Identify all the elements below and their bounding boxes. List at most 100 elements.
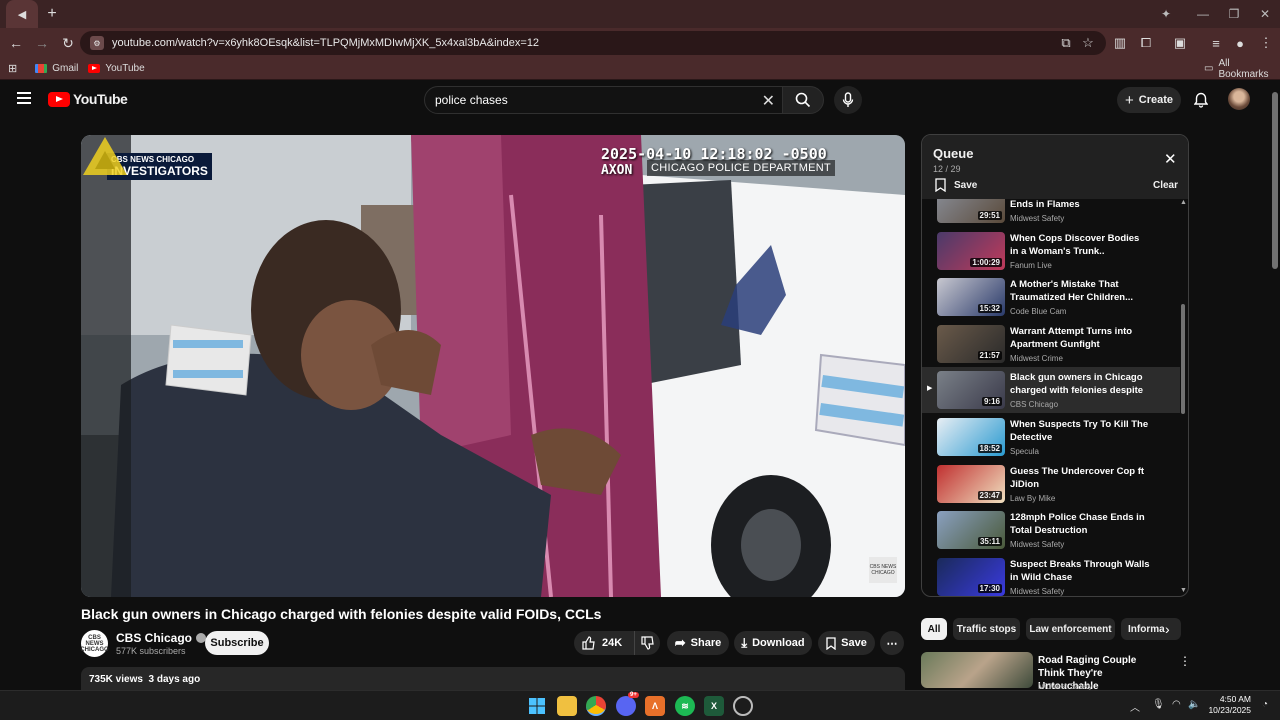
queue-item-channel: CBS Chicago bbox=[1010, 400, 1059, 410]
extension-icon[interactable]: ▥ bbox=[1108, 31, 1132, 55]
hamburger-menu-icon[interactable] bbox=[17, 92, 31, 104]
queue-item[interactable]: 18:52 When Suspects Try To Kill The Detec… bbox=[922, 414, 1180, 460]
profile-icon[interactable]: ● bbox=[1228, 31, 1252, 55]
all-bookmarks-button[interactable]: ▭ All Bookmarks bbox=[1204, 58, 1280, 80]
reading-list-icon[interactable]: ≡ bbox=[1204, 31, 1228, 55]
queue-thumbnail[interactable]: 15:32 bbox=[937, 278, 1005, 317]
scroll-up-icon[interactable]: ▲ bbox=[1180, 199, 1187, 206]
volume-icon[interactable]: 🔈 bbox=[1188, 699, 1200, 710]
chip-information[interactable]: Informa bbox=[1121, 618, 1181, 640]
notifications-button[interactable] bbox=[1192, 91, 1210, 109]
extensions-puzzle-icon[interactable]: ⧠ bbox=[1134, 31, 1158, 55]
gemini-icon[interactable]: ✦ bbox=[1150, 0, 1182, 28]
address-bar[interactable]: ⚙ youtube.com/watch?v=x6yhk8OEsqk&list=T… bbox=[80, 31, 1106, 55]
clock-app-icon[interactable] bbox=[733, 696, 753, 716]
filter-chips: All Traffic stops Law enforcement Inform… bbox=[921, 618, 1181, 640]
install-app-icon[interactable]: ⧉ bbox=[1054, 31, 1078, 55]
microphone-tray-icon[interactable]: 🎙 bbox=[1152, 699, 1165, 710]
queue-item-title: 128mph Police Chase Ends in Total Destru… bbox=[1010, 512, 1145, 537]
windows-start-icon[interactable] bbox=[527, 696, 547, 716]
queue-item[interactable]: 1:00:29 When Cops Discover Bodies in a Wo… bbox=[922, 228, 1180, 274]
file-explorer-icon[interactable] bbox=[557, 696, 577, 716]
page-scrollbar[interactable] bbox=[1272, 92, 1278, 269]
channel-name[interactable]: CBS Chicago bbox=[116, 631, 207, 645]
queue-thumbnail[interactable]: 1:00:29 bbox=[937, 231, 1005, 270]
queue-item[interactable]: 35:11 128mph Police Chase Ends in Total D… bbox=[922, 507, 1180, 553]
recommended-thumbnail[interactable] bbox=[921, 652, 1033, 688]
more-actions-button[interactable]: ⋯ bbox=[880, 631, 904, 655]
queue-thumbnail[interactable]: 35:11 bbox=[937, 511, 1005, 550]
queue-thumbnail[interactable]: 23:47 bbox=[937, 464, 1005, 503]
queue-scrollbar[interactable] bbox=[1181, 304, 1185, 414]
search-input[interactable]: police chases ✕ bbox=[424, 86, 784, 114]
video-frame bbox=[81, 135, 905, 597]
chrome-icon[interactable] bbox=[586, 696, 606, 716]
bookmark-star-icon[interactable]: ☆ bbox=[1076, 31, 1100, 55]
chip-law-enforcement[interactable]: Law enforcement bbox=[1026, 618, 1115, 640]
scroll-down-icon[interactable]: ▼ bbox=[1180, 587, 1187, 594]
queue-thumbnail[interactable]: 17:30 bbox=[937, 557, 1005, 596]
save-button[interactable]: Save bbox=[818, 631, 875, 655]
queue-item[interactable]: ▶ 9:16 Black gun owners in Chicago charged… bbox=[922, 367, 1180, 414]
description-box[interactable]: 735K views 3 days ago bbox=[81, 667, 905, 691]
queue-thumbnail[interactable]: 18:52 bbox=[937, 418, 1005, 456]
queue-item-title: Father & Son Police Pursuit Ends in Flam… bbox=[1010, 199, 1080, 210]
app-icon[interactable]: Λ bbox=[645, 696, 665, 716]
restore-button[interactable]: ❐ bbox=[1218, 0, 1250, 28]
spotify-icon[interactable]: ≋ bbox=[675, 696, 695, 716]
close-window-button[interactable]: ✕ bbox=[1249, 0, 1280, 28]
account-avatar[interactable] bbox=[1228, 88, 1250, 110]
queue-item[interactable]: 29:51 Father & Son Police Pursuit Ends in… bbox=[922, 199, 1180, 227]
back-button[interactable]: ← bbox=[4, 31, 28, 55]
apps-grid-icon[interactable]: ⊞ bbox=[8, 62, 17, 75]
close-queue-icon[interactable]: ✕ bbox=[1164, 150, 1177, 168]
queue-thumbnail[interactable]: 29:51 bbox=[937, 199, 1005, 223]
queue-item[interactable]: 15:32 A Mother's Mistake That Traumatized… bbox=[922, 274, 1180, 320]
queue-item[interactable]: 21:57 Warrant Attempt Turns into Apartmen… bbox=[922, 321, 1180, 367]
clear-search-icon[interactable]: ✕ bbox=[762, 91, 775, 111]
browser-tab[interactable]: ◀ bbox=[6, 0, 38, 28]
system-clock[interactable]: 4:50 AM 10/23/2025 bbox=[1206, 694, 1251, 716]
forward-button[interactable]: → bbox=[30, 31, 54, 55]
minimize-button[interactable]: — bbox=[1187, 0, 1219, 28]
bell-icon bbox=[1194, 92, 1208, 108]
recommended-video[interactable]: Road Raging Couple Think They're Untouch… bbox=[921, 652, 1191, 692]
queue-save-button[interactable]: Save bbox=[935, 178, 977, 192]
bookmark-gmail[interactable]: Gmail bbox=[35, 63, 78, 74]
dislike-button[interactable] bbox=[634, 631, 660, 655]
discord-icon[interactable]: 9+ bbox=[616, 692, 639, 716]
queue-item[interactable]: 23:47 Guess The Undercover Cop ft JiDion L… bbox=[922, 461, 1180, 507]
side-panel-icon[interactable]: ▣ bbox=[1168, 31, 1192, 55]
channel-avatar[interactable]: CBS NEWS CHICAGO bbox=[80, 630, 109, 657]
youtube-logo[interactable]: YouTube bbox=[48, 91, 128, 107]
video-player[interactable]: CBS NEWS CHICAGO INVESTIGATORS 2025-04-1… bbox=[81, 135, 905, 597]
queue-item[interactable]: 17:30 Suspect Breaks Through Walls in Wil… bbox=[922, 554, 1180, 596]
create-button[interactable]: + Create bbox=[1117, 87, 1181, 113]
more-vertical-icon[interactable]: ⋮ bbox=[1179, 654, 1191, 668]
search-icon bbox=[795, 92, 811, 108]
chevron-right-icon[interactable]: › bbox=[1165, 621, 1170, 637]
wifi-icon[interactable]: ◠ bbox=[1172, 699, 1181, 710]
share-button[interactable]: ➦ Share bbox=[667, 631, 729, 655]
queue-thumbnail[interactable]: 21:57 bbox=[937, 324, 1005, 363]
bookmark-youtube[interactable]: YouTube bbox=[88, 63, 145, 74]
search-button[interactable] bbox=[782, 86, 824, 114]
voice-search-button[interactable] bbox=[834, 86, 862, 114]
new-tab-button[interactable]: + bbox=[38, 0, 66, 28]
queue-clear-button[interactable]: Clear bbox=[1153, 180, 1178, 191]
chip-traffic-stops[interactable]: Traffic stops bbox=[953, 618, 1020, 640]
tray-chevron-icon[interactable]: ︿ bbox=[1130, 699, 1140, 714]
notification-icon[interactable]: ◔ bbox=[1262, 699, 1268, 710]
audio-icon: ◀ bbox=[17, 8, 27, 21]
excel-icon[interactable]: X bbox=[704, 696, 724, 716]
like-button[interactable]: 24K bbox=[574, 631, 634, 655]
queue-thumbnail[interactable]: 9:16 bbox=[937, 371, 1005, 410]
chip-all[interactable]: All bbox=[921, 618, 947, 640]
bookmark-icon bbox=[935, 178, 946, 192]
subscribe-button[interactable]: Subscribe bbox=[205, 631, 269, 655]
download-button[interactable]: ⤓ Download bbox=[734, 631, 812, 655]
queue-header: Queue 12 / 29 ✕ Save Clear bbox=[922, 135, 1188, 199]
menu-icon[interactable]: ⋮ bbox=[1254, 31, 1278, 55]
site-info-icon[interactable]: ⚙ bbox=[90, 36, 104, 50]
reload-button[interactable]: ↻ bbox=[56, 31, 80, 55]
